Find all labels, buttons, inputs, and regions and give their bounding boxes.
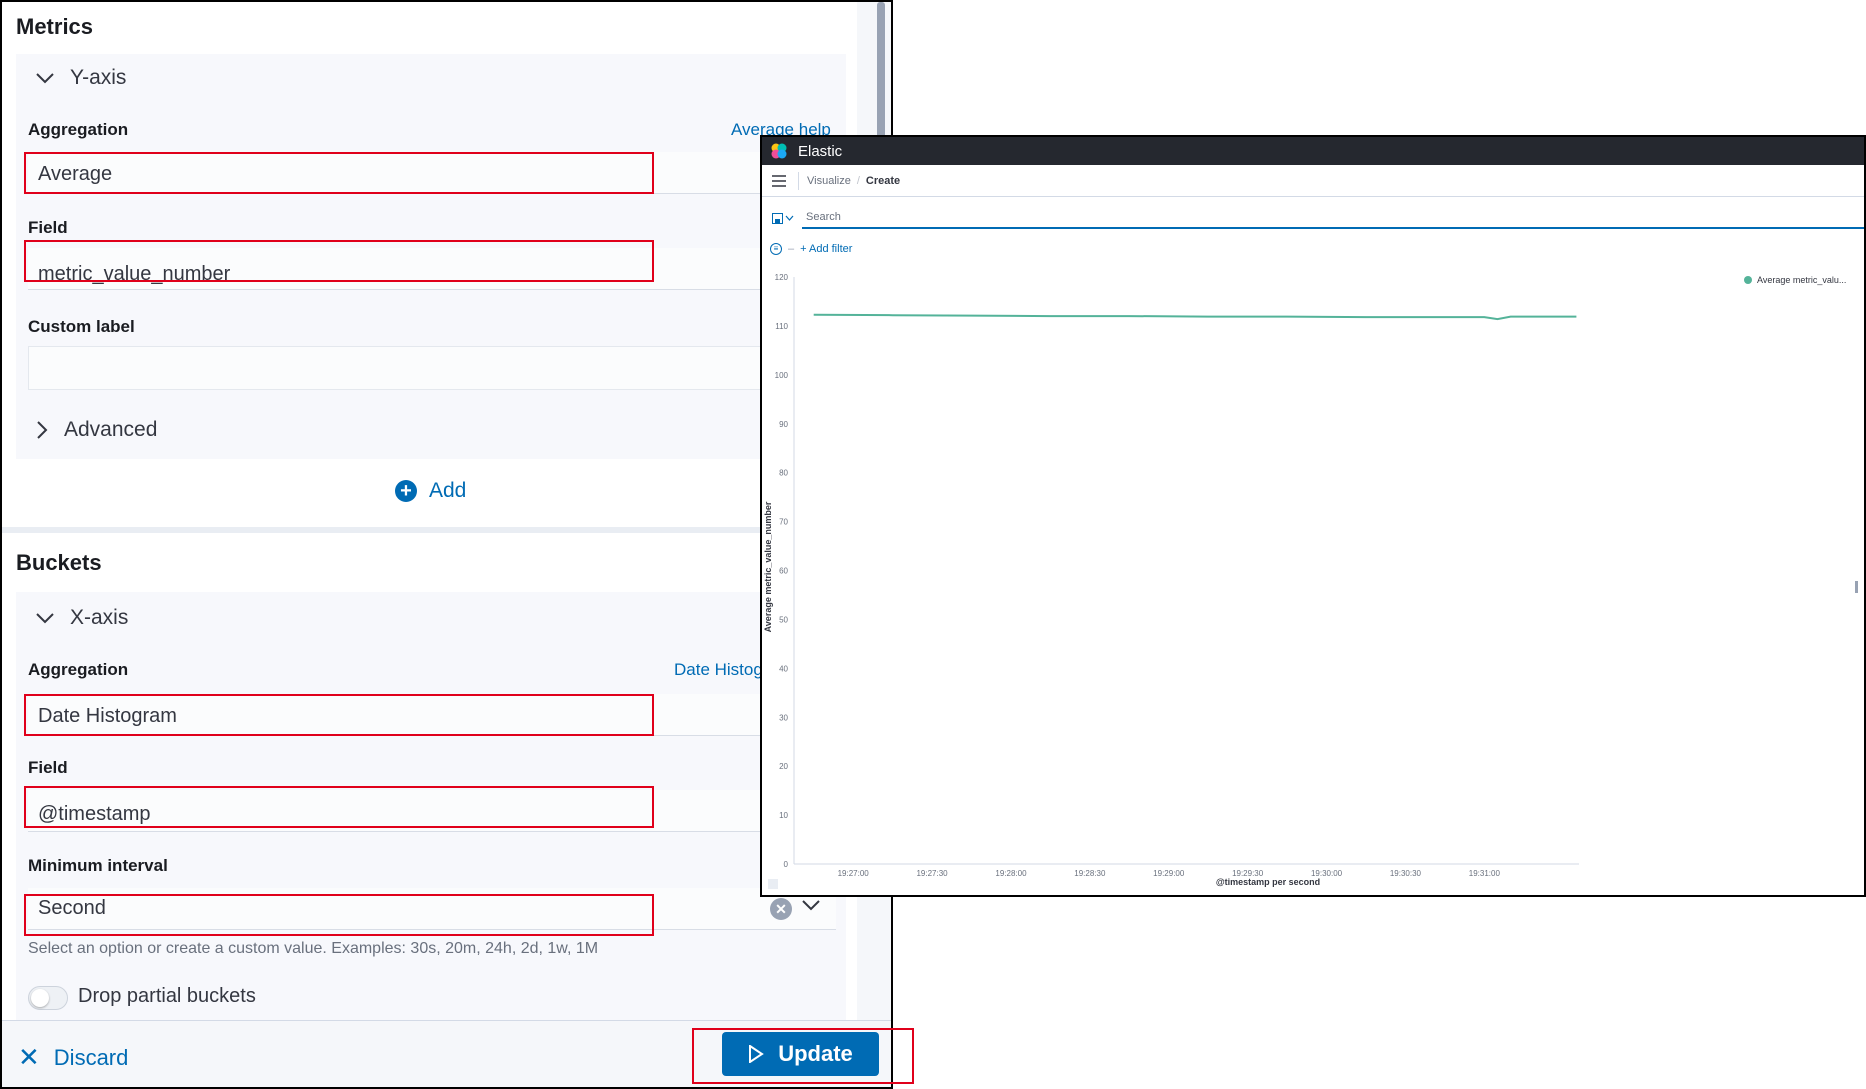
custom-label-label: Custom label: [28, 317, 135, 336]
y-tick-label: 70: [779, 518, 788, 527]
x-tick-label: 19:29:00: [1153, 869, 1185, 878]
search-input[interactable]: Search: [802, 207, 1864, 229]
series-layer: [813, 313, 1577, 321]
x-tick-label: 19:28:00: [995, 869, 1027, 878]
chevron-down-icon: [36, 613, 54, 624]
y-axis-accordion-toggle[interactable]: Y-axis: [36, 66, 126, 90]
y-tick-label: 80: [779, 469, 788, 478]
y-tick-label: 100: [775, 371, 789, 380]
interval-combobox[interactable]: Second: [28, 888, 836, 930]
app-title: Elastic: [798, 142, 843, 160]
resize-handle[interactable]: [1855, 581, 1858, 593]
add-filter-label: + Add filter: [800, 243, 853, 255]
plus-circle-icon: +: [395, 480, 417, 502]
section-divider: [2, 527, 857, 533]
y-axis: 0 10 20 30 40 50 60 70 80 90 100 110 120: [775, 273, 795, 869]
interval-help-text: Select an option or create a custom valu…: [28, 940, 599, 957]
y-tick-label: 0: [784, 860, 789, 869]
y-tick-label: 120: [775, 273, 789, 282]
series-line[interactable]: [813, 313, 1577, 321]
breadcrumb-separator: /: [856, 174, 860, 187]
discard-label: Discard: [53, 1044, 129, 1070]
x-axis: 19:27:00 19:27:30 19:28:00 19:28:30 19:29:00…: [794, 863, 1579, 878]
close-icon: ✕: [18, 1042, 40, 1072]
y-field-select[interactable]: metric_value_number: [28, 248, 844, 290]
y-axis-header: Y-axis: [70, 66, 127, 89]
breadcrumb-create: Create: [865, 174, 901, 187]
breadcrumb-bar: Visualize / Create: [762, 165, 1864, 197]
chevron-down-icon: [36, 73, 54, 84]
scrollbar-thumb[interactable]: [877, 2, 885, 142]
y-tick-label: 110: [775, 322, 788, 331]
query-bar: Search: [762, 207, 1864, 229]
metrics-title: Metrics: [16, 14, 94, 39]
legend[interactable]: Average metric_valu...: [1744, 275, 1846, 285]
saved-query-button[interactable]: [772, 212, 802, 224]
y-tick-label: 40: [779, 664, 788, 673]
line-chart: 0102030405060708090100110120 19:27:00 19:…: [763, 273, 1846, 889]
interval-label: Minimum interval: [28, 856, 168, 875]
legend-dot: [1744, 276, 1752, 284]
chevron-right-icon: [37, 421, 48, 439]
play-icon: [749, 1045, 765, 1063]
y-tick-label: 20: [779, 762, 788, 771]
x-tick-label: 19:30:30: [1390, 869, 1422, 878]
custom-label-input[interactable]: [28, 346, 844, 390]
filter-separator: –: [788, 243, 795, 255]
x-aggregation-label: Aggregation: [28, 660, 129, 679]
add-filter-button[interactable]: ≡ – + Add filter: [770, 243, 852, 255]
y-field-label: Field: [28, 218, 68, 237]
advanced-label: Advanced: [64, 418, 158, 441]
y-tick-label: 10: [779, 811, 788, 820]
x-tick-label: 19:27:30: [916, 869, 948, 878]
add-metric-button[interactable]: + Add: [395, 479, 466, 503]
y-axis-label: Average metric_value_number: [763, 501, 773, 632]
x-aggregation-help-link[interactable]: Date Histog: [674, 660, 763, 680]
filter-icon: ≡: [770, 243, 782, 255]
legend-label: Average metric_valu...: [1757, 275, 1846, 285]
y-tick-label: 50: [779, 615, 788, 624]
menu-icon[interactable]: [772, 174, 786, 187]
add-label: Add: [429, 479, 467, 502]
elastic-logo-icon: [771, 143, 787, 159]
clear-icon[interactable]: ✕: [770, 898, 792, 920]
update-label: Update: [778, 1041, 853, 1066]
advanced-accordion-toggle[interactable]: Advanced: [36, 418, 157, 442]
kibana-header: Elastic: [762, 137, 1864, 165]
x-axis-header: X-axis: [70, 606, 129, 629]
discard-button[interactable]: ✕ Discard: [18, 1042, 128, 1073]
x-axis-accordion-toggle[interactable]: X-axis: [36, 606, 128, 630]
drop-partial-buckets-switch[interactable]: [28, 986, 68, 1010]
chevron-down-icon: [785, 215, 794, 221]
x-tick-label: 19:28:30: [1074, 869, 1106, 878]
nav-separator: [798, 171, 799, 190]
x-field-label: Field: [28, 758, 68, 777]
y-tick-label: 60: [779, 567, 788, 576]
save-icon: [772, 212, 783, 224]
update-button[interactable]: Update: [722, 1032, 879, 1076]
x-tick-label: 19:27:00: [838, 869, 870, 878]
x-field-select[interactable]: @timestamp: [28, 790, 844, 832]
x-tick-label: 19:31:00: [1469, 869, 1501, 878]
buckets-title: Buckets: [16, 550, 102, 575]
legend-toggle-icon[interactable]: [768, 879, 778, 889]
x-aggregation-select[interactable]: Date Histogram: [28, 694, 844, 736]
y-tick-label: 90: [779, 420, 788, 429]
y-aggregation-select[interactable]: Average: [28, 152, 844, 194]
y-aggregation-label: Aggregation: [28, 120, 129, 139]
y-tick-label: 30: [779, 713, 788, 722]
drop-partial-buckets-label: Drop partial buckets: [78, 985, 256, 1007]
x-axis-label: @timestamp per second: [1216, 877, 1320, 887]
breadcrumb-visualize[interactable]: Visualize: [807, 175, 851, 187]
kibana-window: Elastic Visualize / Create Search ≡ – + …: [760, 135, 1866, 897]
chevron-down-icon[interactable]: [802, 899, 820, 911]
